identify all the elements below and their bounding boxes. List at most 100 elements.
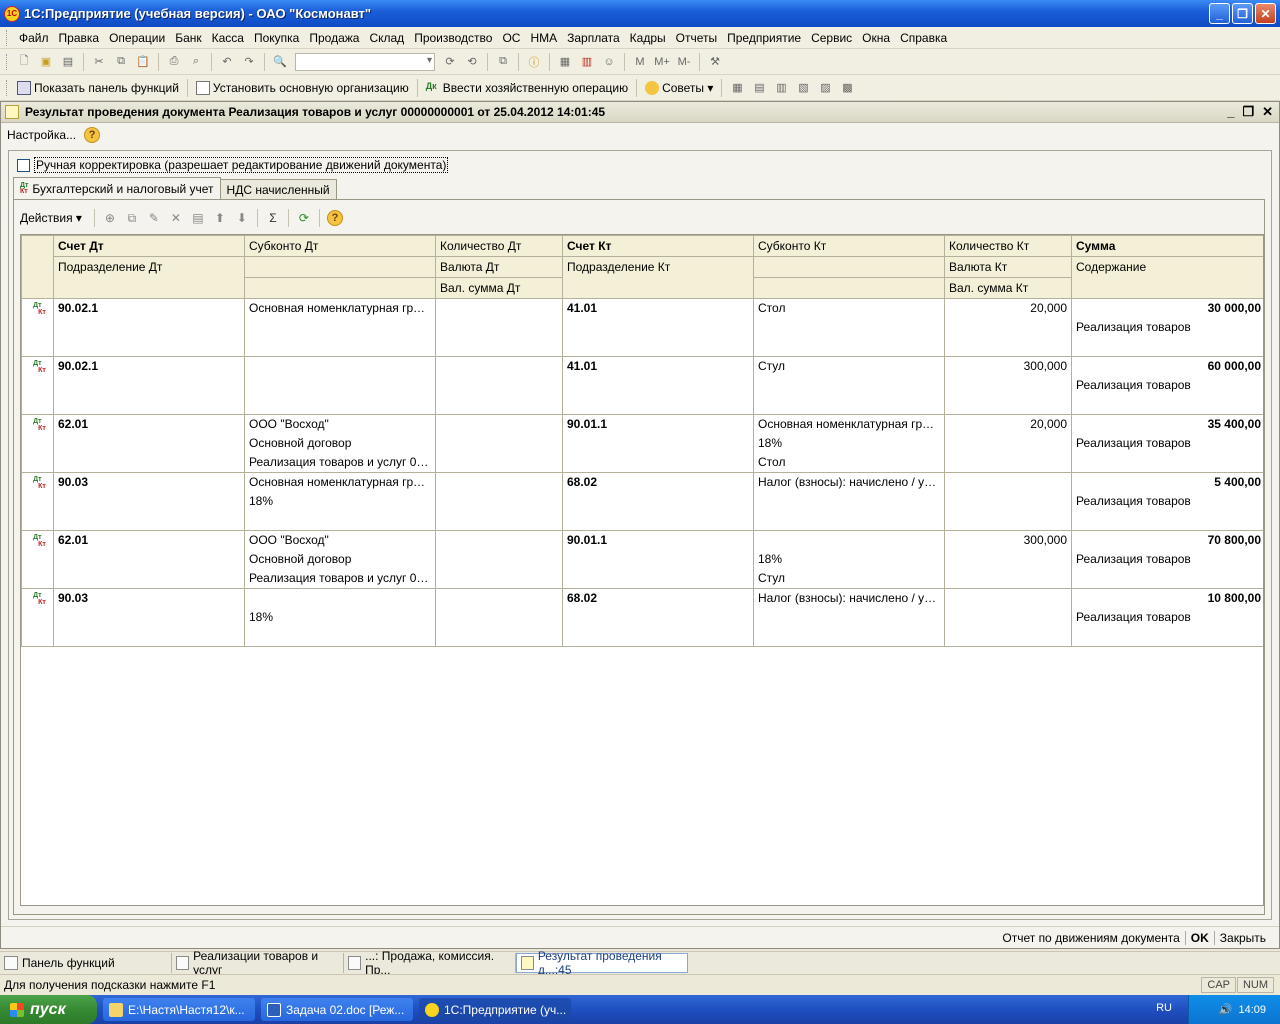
cell-subconto-kt[interactable]: 18% Стул [753,530,945,589]
windowbar-item-posting-result[interactable]: Результат проведения д...:45 [516,949,688,977]
help-icon[interactable]: ? [84,127,101,143]
cell-qty-kt[interactable]: 300,000 [944,530,1072,589]
cell-subconto-kt[interactable]: Стул [753,356,945,415]
menu-sales[interactable]: Продажа [305,31,365,45]
redo-icon[interactable]: ↷ [241,54,257,70]
table-row[interactable]: Дт Кт 90.03 Основная номенклатурная группа 1… [21,472,1263,531]
menu-intangibles[interactable]: НМА [526,31,563,45]
show-function-panel-button[interactable]: Показать панель функций [13,78,183,98]
save-icon[interactable]: ▤ [60,54,76,70]
header-qty-kt[interactable]: Количество Кт [944,235,1072,257]
menu-production[interactable]: Производство [410,31,498,45]
undo-icon[interactable]: ↶ [219,54,235,70]
receipt-icon[interactable]: ▧ [795,80,811,96]
tab-accounting[interactable]: Дт Кт Бухгалтерский и налоговый учет [13,177,221,200]
table-row[interactable]: Дт Кт 62.01 ООО "Восход" Основной договор Реа… [21,414,1263,473]
cut-icon[interactable]: ✂ [91,54,107,70]
menu-edit[interactable]: Правка [55,31,106,45]
menu-file[interactable]: Файл [15,31,55,45]
cell-account-kt[interactable]: 90.01.1 [562,414,754,473]
cell-sum[interactable]: 10 800,00 Реализация товаров [1071,588,1263,647]
window-titlebar[interactable]: 1С 1С:Предприятие (учебная версия) - ОАО… [0,0,1280,27]
cell-qty-dt[interactable] [435,588,563,647]
header-account-kt[interactable]: Счет Кт [562,235,754,257]
delete-icon[interactable]: ✕ [168,210,184,226]
header-account-dt[interactable]: Счет Дт [53,235,245,257]
maximize-button[interactable]: ❐ [1232,3,1253,24]
task-1c[interactable]: 1С:Предприятие (уч... [419,998,571,1021]
cell-account-dt[interactable]: 62.01 [53,530,245,589]
minimize-button[interactable]: _ [1209,3,1230,24]
volume-icon[interactable]: 🔊 [1219,1003,1233,1016]
windows-icon[interactable]: ⧉ [495,54,511,70]
task-explorer[interactable]: E:\Настя\Настя12\к... [103,998,255,1021]
cell-account-dt[interactable]: 90.03 [53,588,245,647]
cash-in-icon[interactable]: ▤ [751,80,767,96]
find-prev-icon[interactable]: ⟲ [464,54,480,70]
tab-vat[interactable]: НДС начисленный [219,179,337,200]
users-icon[interactable]: ☺ [601,54,617,70]
header-subconto-kt[interactable]: Субконто Кт [753,235,945,257]
cell-subconto-kt[interactable]: Основная номенклатурная группа 18% Стол [753,414,945,473]
close-button[interactable]: ✕ [1255,3,1276,24]
set-main-org-button[interactable]: Установить основную организацию [192,78,413,98]
cell-sum[interactable]: 60 000,00 Реализация товаров [1071,356,1263,415]
edit-icon[interactable]: ✎ [146,210,162,226]
windowbar-item-function-panel[interactable]: Панель функций [0,952,172,973]
calendar-icon[interactable]: ▥ [579,54,595,70]
search-combo[interactable] [295,52,435,71]
row-dt-kt-icon-cell[interactable]: Дт Кт [21,530,54,589]
cell-sum[interactable]: 5 400,00 Реализация товаров [1071,472,1263,531]
windowbar-item-sales-doc[interactable]: ...: Продажа, комиссия. Пр... [344,949,516,977]
header-dept-dt[interactable]: Подразделение Дт [53,256,245,299]
tools-icon[interactable]: ⚒ [707,54,723,70]
cell-sum[interactable]: 30 000,00 Реализация товаров [1071,298,1263,357]
row-dt-kt-icon-cell[interactable]: Дт Кт [21,472,54,531]
cash-out-icon[interactable]: ▥ [773,80,789,96]
cell-subconto-kt[interactable]: Налог (взносы): начислено / упла... [753,588,945,647]
row-dt-kt-icon-cell[interactable]: Дт Кт [21,588,54,647]
cell-qty-dt[interactable] [435,530,563,589]
calculator-icon[interactable]: ▦ [557,54,573,70]
cell-account-dt[interactable]: 90.02.1 [53,356,245,415]
doc-restore-button[interactable]: ❐ [1242,104,1254,120]
header-subconto-dt[interactable]: Субконто Дт [244,235,436,257]
tips-button[interactable]: Советы ▾ [641,78,717,98]
save-icon[interactable]: ▤ [190,210,206,226]
cell-qty-kt[interactable]: 20,000 [944,298,1072,357]
cell-subconto-dt[interactable]: Основная номенклатурная группа 18% [244,472,436,531]
movements-report-button[interactable]: Отчет по движениям документа [997,931,1184,945]
manual-edit-checkbox-row[interactable]: Ручная корректировка (разрешает редактир… [17,157,449,173]
cell-sum[interactable]: 70 800,00 Реализация товаров [1071,530,1263,589]
menu-bank[interactable]: Банк [171,31,207,45]
start-button[interactable]: пуск [0,995,97,1024]
cell-qty-kt[interactable] [944,588,1072,647]
menu-cash[interactable]: Касса [208,31,250,45]
cell-qty-kt[interactable]: 300,000 [944,356,1072,415]
refresh-icon[interactable]: ⟳ [296,210,312,226]
cell-account-kt[interactable]: 41.01 [562,298,754,357]
memory-m-icon[interactable]: M [632,54,648,70]
cell-qty-dt[interactable] [435,472,563,531]
menu-service[interactable]: Сервис [807,31,858,45]
table-row[interactable]: Дт Кт 62.01 ООО "Восход" Основной договор Реа… [21,530,1263,589]
invoice-icon[interactable]: ▨ [817,80,833,96]
add-icon[interactable]: ⊕ [102,210,118,226]
windowbar-item-sales-list[interactable]: Реализации товаров и услуг [172,949,344,977]
bank-icon[interactable]: ▦ [729,80,745,96]
postings-grid[interactable]: Счет Дт Субконто Дт Количество Дт Счет К… [20,234,1264,906]
new-document-icon[interactable]: 🗋 [16,54,32,70]
find-next-icon[interactable]: ⟳ [442,54,458,70]
table-row[interactable]: Дт Кт 90.03 18% 68.02 Налог (взносы): начисле… [21,588,1263,647]
cell-qty-kt[interactable] [944,472,1072,531]
header-cur-sum-dt[interactable]: Вал. сумма Дт [435,277,563,299]
cell-subconto-kt[interactable]: Налог (взносы): начислено / упла... [753,472,945,531]
table-row[interactable]: Дт Кт 90.02.1 Основная номенклатурная групп… [21,298,1263,357]
cell-qty-dt[interactable] [435,414,563,473]
menu-fixed-assets[interactable]: ОС [498,31,526,45]
menu-operations[interactable]: Операции [105,31,171,45]
header-sum[interactable]: Сумма [1071,235,1263,257]
menu-purchase[interactable]: Покупка [250,31,305,45]
sum-icon[interactable]: Σ [265,210,281,226]
settings-button[interactable]: Настройка... [7,128,76,142]
